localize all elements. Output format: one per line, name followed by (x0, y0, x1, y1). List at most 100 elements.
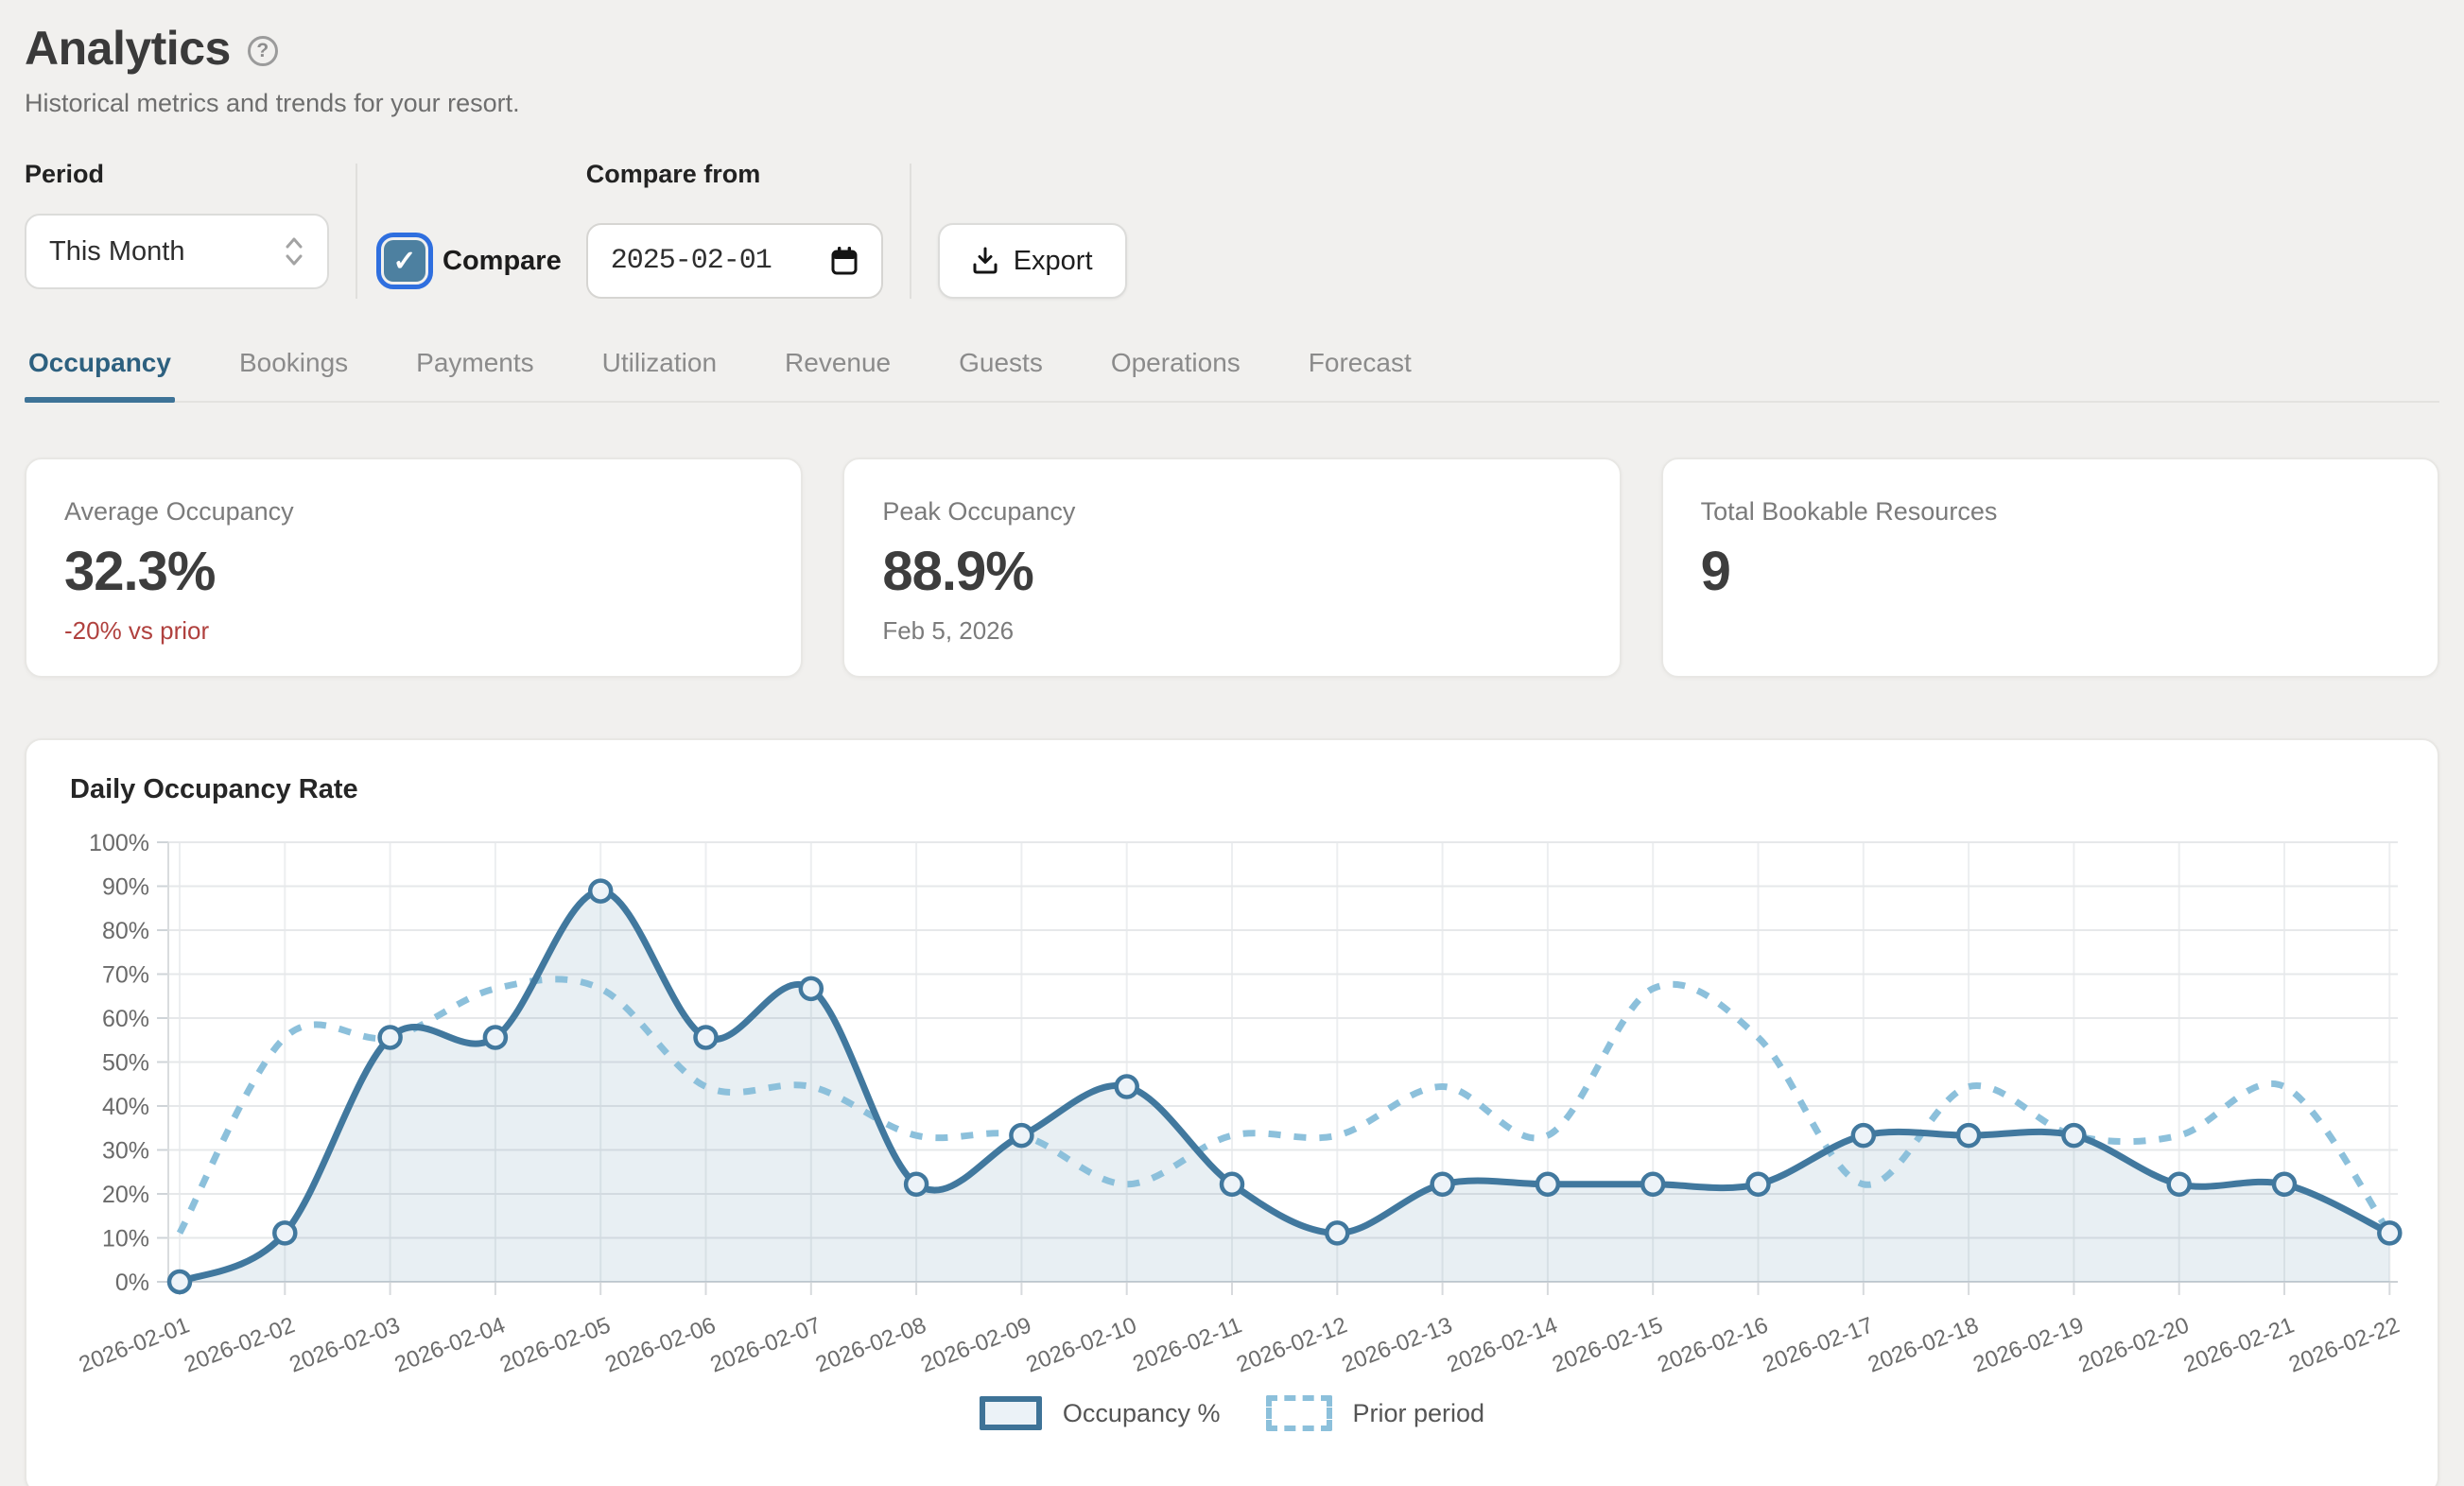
data-point-marker[interactable] (1327, 1222, 1347, 1243)
stat-card-average-occupancy: Average Occupancy 32.3% -20% vs prior (25, 458, 803, 678)
x-tick-label: 2026-02-02 (181, 1312, 298, 1377)
compare-checkbox-label: Compare (442, 246, 562, 277)
help-icon[interactable]: ? (248, 36, 278, 66)
x-tick-label: 2026-02-13 (1338, 1312, 1455, 1377)
y-tick-label: 50% (102, 1050, 149, 1077)
tab-operations[interactable]: Operations (1107, 348, 1244, 401)
x-tick-label: 2026-02-09 (917, 1312, 1034, 1377)
x-tick-label: 2026-02-03 (286, 1312, 403, 1377)
daily-occupancy-chart-card: Daily Occupancy Rate 0% 10% 20% 30% 40% 50% 60… (25, 738, 2439, 1486)
tab-utilization[interactable]: Utilization (599, 348, 720, 401)
export-button[interactable]: Export (938, 223, 1127, 299)
calendar-icon (830, 246, 859, 276)
data-point-marker[interactable] (274, 1222, 295, 1243)
tab-bookings[interactable]: Bookings (235, 348, 352, 401)
period-select-value: This Month (49, 236, 184, 268)
chart-title: Daily Occupancy Rate (70, 774, 2409, 805)
data-point-marker[interactable] (1748, 1174, 1769, 1195)
x-tick-label: 2026-02-21 (2180, 1312, 2298, 1377)
y-tick-label: 40% (102, 1094, 149, 1120)
occupancy-legend-label: Occupancy % (1063, 1399, 1221, 1428)
period-group: Period This Month (25, 160, 329, 299)
data-point-marker[interactable] (2379, 1222, 2400, 1243)
data-point-marker[interactable] (1537, 1174, 1558, 1195)
data-point-marker[interactable] (485, 1027, 506, 1047)
y-tick-label: 100% (89, 830, 149, 856)
x-tick-label: 2026-02-07 (707, 1312, 824, 1377)
page-header: Analytics ? (25, 21, 2439, 76)
stat-delta: -20% vs prior (64, 616, 763, 646)
prior-period-legend-swatch (1266, 1395, 1332, 1431)
page-subtitle: Historical metrics and trends for your r… (25, 89, 2439, 118)
data-point-marker[interactable] (696, 1027, 717, 1047)
data-point-marker[interactable] (1117, 1077, 1137, 1097)
tab-guests[interactable]: Guests (955, 348, 1047, 401)
download-icon (972, 247, 998, 275)
data-point-marker[interactable] (1958, 1125, 1979, 1146)
data-point-marker[interactable] (2063, 1125, 2084, 1146)
data-point-marker[interactable] (906, 1174, 927, 1195)
x-tick-label: 2026-02-22 (2285, 1312, 2403, 1377)
page-title: Analytics (25, 21, 231, 76)
x-tick-label: 2026-02-01 (76, 1312, 193, 1377)
stat-date: Feb 5, 2026 (882, 616, 1581, 646)
x-tick-label: 2026-02-08 (812, 1312, 929, 1377)
x-tick-label: 2026-02-16 (1654, 1312, 1771, 1377)
up-down-chevrons-icon (284, 235, 304, 268)
data-point-marker[interactable] (1222, 1174, 1242, 1195)
stat-card-total-bookable-resources: Total Bookable Resources 9 (1661, 458, 2439, 678)
x-tick-label: 2026-02-20 (2075, 1312, 2193, 1377)
tab-payments[interactable]: Payments (412, 348, 538, 401)
divider (910, 164, 911, 299)
period-label: Period (25, 160, 329, 189)
data-point-marker[interactable] (1432, 1174, 1453, 1195)
x-tick-label: 2026-02-05 (496, 1312, 614, 1377)
data-point-marker[interactable] (1011, 1125, 1032, 1146)
stat-cards-row: Average Occupancy 32.3% -20% vs prior Pe… (25, 458, 2439, 678)
stat-label: Peak Occupancy (882, 497, 1581, 527)
divider (356, 164, 357, 299)
chart-legend: Occupancy % Prior period (55, 1395, 2409, 1431)
compare-checkbox-row: ✓ Compare (384, 223, 562, 299)
data-point-marker[interactable] (169, 1271, 190, 1292)
period-select[interactable]: This Month (25, 214, 329, 289)
y-tick-label: 70% (102, 962, 149, 989)
compare-checkbox[interactable]: ✓ (384, 240, 425, 282)
x-tick-label: 2026-02-17 (1760, 1312, 1877, 1377)
compare-from-date-value: 2025-02-01 (611, 245, 772, 277)
tab-forecast[interactable]: Forecast (1305, 348, 1415, 401)
controls-toolbar: Period This Month Compare from ✓ Compare… (25, 160, 2439, 299)
data-point-marker[interactable] (1853, 1125, 1874, 1146)
stat-value: 32.3% (64, 540, 763, 603)
data-point-marker[interactable] (1642, 1174, 1663, 1195)
compare-from-date-input[interactable]: 2025-02-01 (586, 223, 883, 299)
data-point-marker[interactable] (590, 881, 611, 902)
y-tick-label: 20% (102, 1182, 149, 1208)
y-tick-label: 30% (102, 1138, 149, 1165)
y-tick-label: 60% (102, 1006, 149, 1032)
data-point-marker[interactable] (2169, 1174, 2190, 1195)
stat-value: 88.9% (882, 540, 1581, 603)
y-tick-label: 80% (102, 918, 149, 944)
occupancy-area (180, 891, 2389, 1282)
stat-label: Average Occupancy (64, 497, 763, 527)
x-tick-label: 2026-02-19 (1969, 1312, 2087, 1377)
x-tick-label: 2026-02-12 (1233, 1312, 1350, 1377)
y-tick-label: 0% (115, 1270, 149, 1296)
occupancy-chart-svg: 0%10%20%30%40%50%60%70%80%90%100%2026-02… (55, 826, 2430, 1393)
tab-revenue[interactable]: Revenue (781, 348, 894, 401)
stat-card-peak-occupancy: Peak Occupancy 88.9% Feb 5, 2026 (842, 458, 1621, 678)
x-tick-label: 2026-02-14 (1444, 1312, 1561, 1377)
stat-value: 9 (1701, 540, 2400, 603)
data-point-marker[interactable] (380, 1027, 401, 1047)
tab-occupancy[interactable]: Occupancy (25, 348, 175, 401)
export-button-label: Export (1014, 246, 1093, 277)
data-point-marker[interactable] (2274, 1174, 2295, 1195)
y-tick-label: 10% (102, 1226, 149, 1253)
prior-period-legend-label: Prior period (1353, 1399, 1485, 1428)
data-point-marker[interactable] (801, 978, 822, 999)
compare-group: Compare from ✓ Compare 2025-02-01 (384, 160, 883, 299)
occupancy-legend-swatch (980, 1396, 1042, 1430)
x-tick-label: 2026-02-15 (1549, 1312, 1666, 1377)
x-tick-label: 2026-02-10 (1023, 1312, 1140, 1377)
